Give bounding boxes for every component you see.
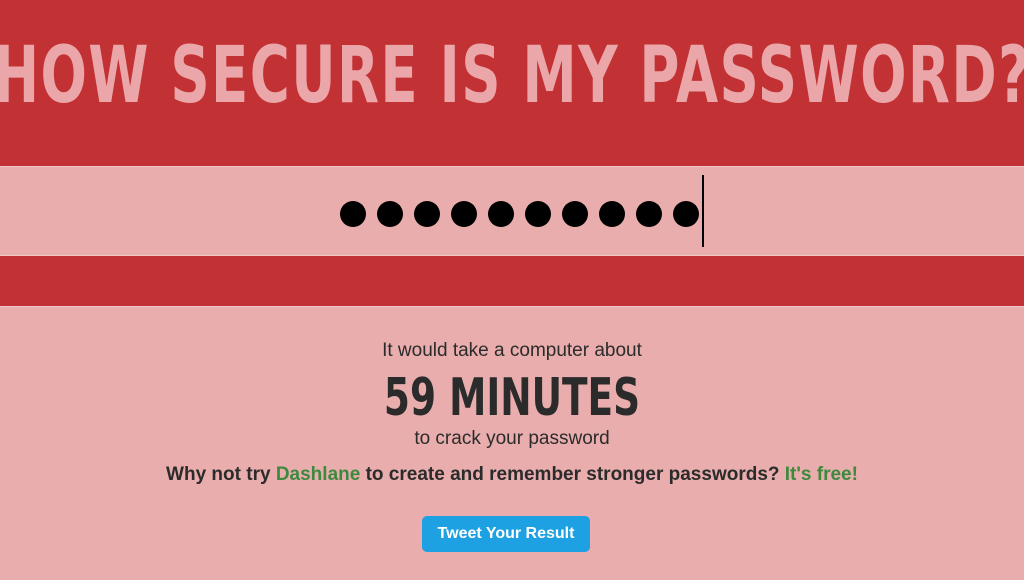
free-link[interactable]: It's free! <box>785 464 858 485</box>
mask-dot <box>525 201 551 227</box>
strength-bar <box>0 256 1024 306</box>
text-caret <box>702 175 704 247</box>
mask-dot <box>599 201 625 227</box>
mask-dot <box>636 201 662 227</box>
password-mask <box>340 201 699 227</box>
promo-text: Why not try Dashlane to create and remem… <box>0 464 1024 486</box>
mask-dot <box>451 201 477 227</box>
result-intro: It would take a computer about <box>382 340 642 361</box>
tweet-wrap: Tweet Your Result <box>0 516 1024 552</box>
mask-dot <box>340 201 366 227</box>
page-header: HOW SECURE IS MY PASSWORD? <box>0 0 1024 166</box>
mask-dot <box>377 201 403 227</box>
tweet-result-button[interactable]: Tweet Your Result <box>422 516 590 552</box>
results-panel: It would take a computer about 59 MINUTE… <box>0 307 1024 552</box>
dashlane-link[interactable]: Dashlane <box>276 464 360 485</box>
promo-middle: to create and remember stronger password… <box>360 464 785 485</box>
promo-prefix: Why not try <box>166 464 276 485</box>
mask-dot <box>488 201 514 227</box>
mask-dot <box>562 201 588 227</box>
result-outro: to crack your password <box>414 428 610 449</box>
password-input-band <box>0 167 1024 255</box>
page-title: HOW SECURE IS MY PASSWORD? <box>0 31 1024 121</box>
mask-dot <box>673 201 699 227</box>
mask-dot <box>414 201 440 227</box>
crack-time: 59 MINUTES <box>383 368 641 428</box>
